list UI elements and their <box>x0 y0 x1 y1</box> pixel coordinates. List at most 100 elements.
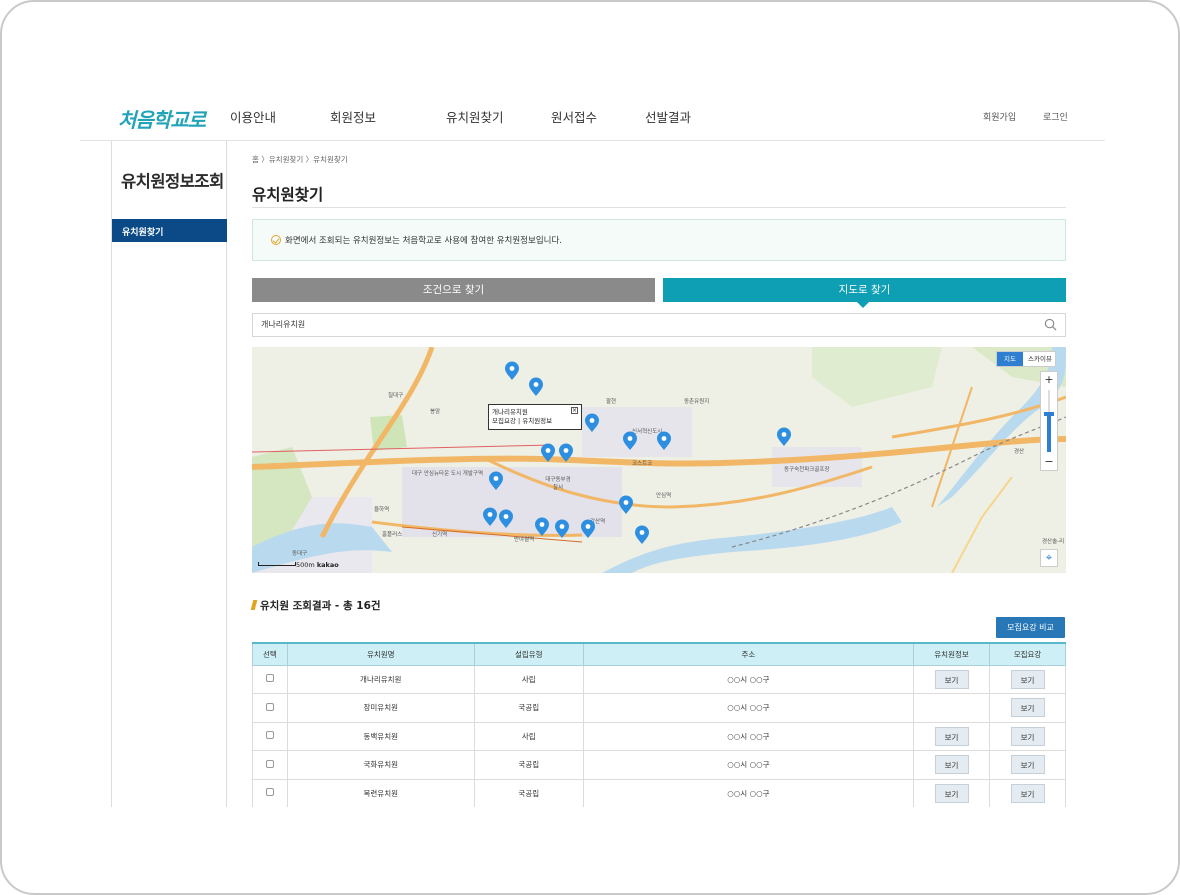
view-info-button[interactable]: 보기 <box>934 783 969 803</box>
nav-application[interactable]: 원서접수 <box>551 107 597 126</box>
view-recruitment-button[interactable]: 보기 <box>1010 669 1045 689</box>
check-circle-icon <box>271 235 281 245</box>
compare-recruitment-button[interactable]: 모집요강 비교 <box>996 617 1065 638</box>
zoom-out-button[interactable]: − <box>1041 454 1057 470</box>
address: ○○시 ○○구 <box>582 664 915 694</box>
nav-member-info[interactable]: 회원정보 <box>330 107 376 126</box>
map-label: 반야월역 <box>514 537 535 543</box>
signup-link[interactable]: 회원가입 <box>983 110 1016 123</box>
map-label: 동구숙천파크골프장 <box>784 467 830 473</box>
zoom-level-fill <box>1047 414 1051 452</box>
map-type-toggle: 지도 스카이뷰 <box>996 351 1056 367</box>
map-scale: 500m kakao <box>258 561 339 569</box>
results-title: 유치원 조회결과 - 총 16건 <box>260 600 381 612</box>
table-row: 국화유치원 국공립 ○○시 ○○구 보기 보기 <box>252 750 1066 780</box>
view-info-button[interactable]: 보기 <box>934 669 969 689</box>
table-row: 개나리유치원 사립 ○○시 ○○구 보기 보기 <box>252 664 1066 694</box>
logo-text: 처음학교로 <box>118 108 206 132</box>
locate-icon[interactable]: ⌖ <box>1040 549 1058 567</box>
row-checkbox[interactable] <box>265 674 274 683</box>
infowindow-title: 개나리유치원 <box>492 408 528 416</box>
address: ○○시 ○○구 <box>582 693 915 723</box>
view-info-button[interactable]: 보기 <box>934 726 969 746</box>
tab-search-by-condition[interactable]: 조건으로 찾기 <box>252 278 655 302</box>
kindergarten-marker-icon[interactable] <box>618 495 634 515</box>
kindergarten-name: 국화유치원 <box>286 750 475 780</box>
view-recruitment-button[interactable]: 보기 <box>1010 783 1045 803</box>
table-row: 목련유치원 국공립 ○○시 ○○구 보기 보기 <box>252 778 1066 807</box>
map-view[interactable]: 칠대구 봉암 동촌유원지 팔현 신서혁신도시 코스트코 대구동부경찰서 대구 안… <box>252 347 1066 573</box>
view-info-button[interactable]: 보기 <box>934 755 969 775</box>
kindergarten-marker-icon[interactable] <box>634 525 650 545</box>
kindergarten-marker-icon[interactable] <box>554 519 570 539</box>
map-brand-logo: kakao <box>316 561 339 569</box>
map-label: 경산 <box>1014 449 1025 455</box>
empty-cell <box>913 693 990 723</box>
kindergarten-marker-icon[interactable] <box>584 413 600 433</box>
column-header: 선택 <box>252 642 288 666</box>
column-header: 모집요강 <box>989 642 1066 666</box>
sidebar-item-find-kindergarten[interactable]: 유치원찾기 <box>112 219 227 242</box>
breadcrumb: 홈 〉유치원찾기 〉유치원찾기 <box>252 155 348 164</box>
browser-frame: 처음학교로 이용안내 회원정보 유치원찾기 원서접수 선발결과 회원가입 로그인… <box>0 0 1180 895</box>
column-header: 유치원정보 <box>913 642 990 666</box>
kindergarten-marker-icon[interactable] <box>528 377 544 397</box>
site-logo[interactable]: 처음학교로 <box>118 104 206 133</box>
row-checkbox[interactable] <box>265 702 274 711</box>
page: 처음학교로 이용안내 회원정보 유치원찾기 원서접수 선발결과 회원가입 로그인… <box>80 91 1105 807</box>
address: ○○시 ○○구 <box>582 778 915 807</box>
kindergarten-marker-icon[interactable] <box>540 443 556 463</box>
map-type-skyview-button[interactable]: 스카이뷰 <box>1025 352 1055 366</box>
search-input[interactable]: 개나리유치원 <box>252 313 1066 337</box>
map-type-map-button[interactable]: 지도 <box>997 352 1023 366</box>
kindergarten-marker-icon[interactable] <box>534 517 550 537</box>
row-checkbox[interactable] <box>265 788 274 797</box>
map-label: 대구동부경찰서 <box>545 477 571 491</box>
map-label: 홈플러스 <box>382 532 403 538</box>
tab-search-by-map[interactable]: 지도로 찾기 <box>663 278 1066 302</box>
kindergarten-marker-icon[interactable] <box>504 361 520 381</box>
establishment-type: 국공립 <box>473 693 584 723</box>
row-checkbox[interactable] <box>265 759 274 768</box>
kindergarten-marker-icon[interactable] <box>656 431 672 451</box>
kindergarten-name: 목련유치원 <box>286 778 475 807</box>
close-icon[interactable]: × <box>571 407 578 414</box>
login-link[interactable]: 로그인 <box>1043 110 1068 123</box>
sidebar-title: 유치원정보조회 <box>121 172 224 191</box>
map-infowindow: 개나리유치원 모집요강 | 유치원정보 × <box>488 404 582 430</box>
establishment-type: 사립 <box>473 664 584 694</box>
infowindow-links[interactable]: 모집요강 | 유치원정보 <box>492 417 578 426</box>
zoom-in-button[interactable]: + <box>1041 372 1057 388</box>
column-header: 유치원명 <box>286 642 475 666</box>
column-header: 설립유형 <box>473 642 584 666</box>
kindergarten-marker-icon[interactable] <box>622 431 638 451</box>
kindergarten-name: 개나리유치원 <box>286 664 475 694</box>
page-title: 유치원찾기 <box>252 186 324 204</box>
establishment-type: 사립 <box>473 721 584 751</box>
map-label: 경산솔-리 <box>1042 539 1065 545</box>
nav-find-kindergarten[interactable]: 유치원찾기 <box>446 107 504 126</box>
zoom-slider-handle[interactable] <box>1044 412 1054 416</box>
kindergarten-marker-icon[interactable] <box>776 427 792 447</box>
kindergarten-name: 동백유치원 <box>286 721 475 751</box>
zoom-control: + − <box>1040 371 1058 471</box>
kindergarten-marker-icon[interactable] <box>488 471 504 491</box>
address: ○○시 ○○구 <box>582 721 915 751</box>
kindergarten-marker-icon[interactable] <box>558 443 574 463</box>
notice-text: 화면에서 조회되는 유치원정보는 처음학교로 사용에 참여한 유치원정보입니다. <box>285 236 562 246</box>
column-header: 주소 <box>582 642 915 666</box>
scale-bar <box>258 562 296 566</box>
kindergarten-marker-icon[interactable] <box>580 519 596 539</box>
kindergarten-marker-icon[interactable] <box>498 509 514 529</box>
row-checkbox[interactable] <box>265 731 274 740</box>
view-recruitment-button[interactable]: 보기 <box>1010 698 1045 718</box>
title-divider <box>252 207 1066 208</box>
view-recruitment-button[interactable]: 보기 <box>1010 726 1045 746</box>
map-label: 팔현 <box>606 399 617 405</box>
search-icon[interactable] <box>1044 318 1057 331</box>
view-recruitment-button[interactable]: 보기 <box>1010 755 1045 775</box>
nav-selection-results[interactable]: 선발결과 <box>645 107 691 126</box>
active-tab-indicator <box>857 302 869 308</box>
kindergarten-marker-icon[interactable] <box>482 507 498 527</box>
nav-usage-guide[interactable]: 이용안내 <box>230 107 276 126</box>
